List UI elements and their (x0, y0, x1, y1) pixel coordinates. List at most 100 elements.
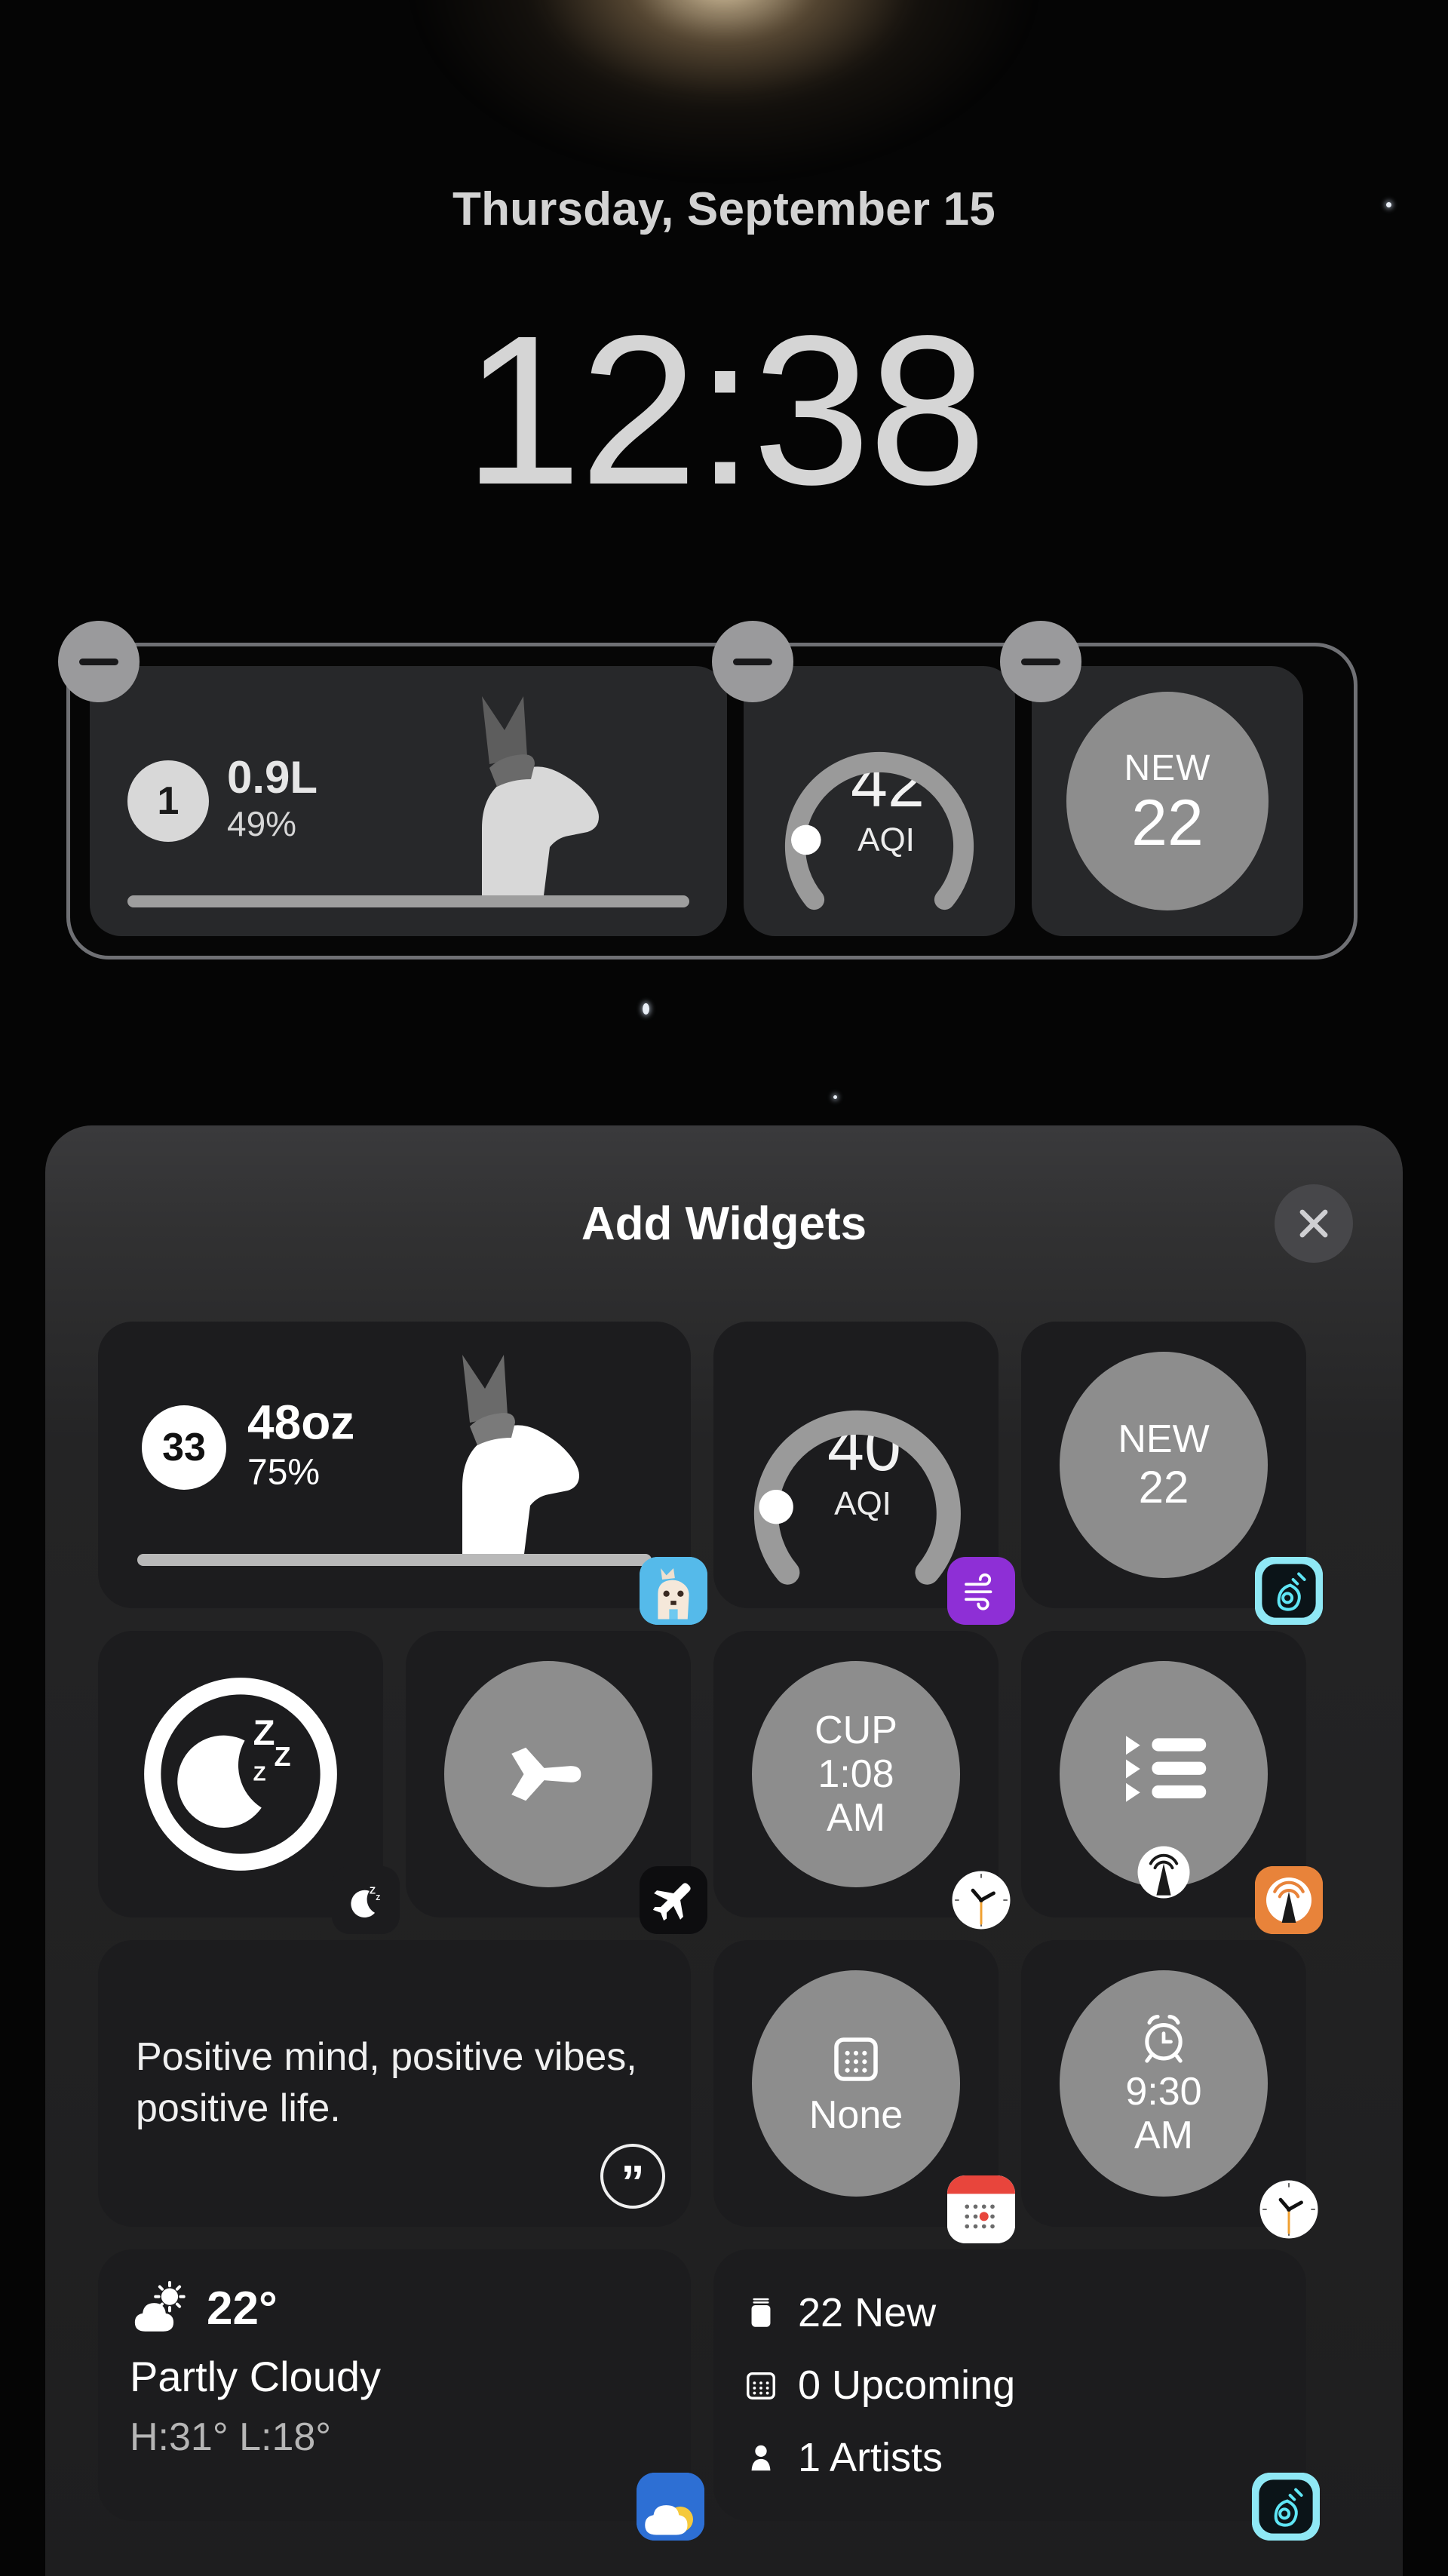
tray-widget-air-quality[interactable]: 42 AQI (744, 666, 1015, 936)
podcasts-glyph (1255, 1866, 1323, 1934)
tray-slot-music-new[interactable]: NEW 22 (1000, 621, 1303, 936)
close-button[interactable] (1275, 1184, 1353, 1263)
water-badge-count: 1 (127, 760, 209, 842)
svg-text:Z: Z (370, 1885, 376, 1896)
album-jar-icon (751, 2298, 771, 2327)
water-badge-count: 33 (142, 1405, 226, 1491)
world-clock-meridiem: AM (827, 1796, 885, 1841)
tray-slot-air-quality[interactable]: 42 AQI (712, 621, 1015, 936)
weather-high-low: H:31° L:18° (130, 2415, 332, 2459)
airplane-icon (640, 1866, 707, 1934)
widget-option-calendar-up-next[interactable]: None (713, 1940, 1015, 2243)
count-label: 1 Artists (798, 2435, 943, 2480)
add-widgets-sheet: Add Widgets 33 48oz 75% 40 AQI NEW 22 Z … (45, 1125, 1403, 2576)
widget-option-water-tracker[interactable]: 33 48oz 75% (98, 1322, 707, 1625)
widget-option-music-counts[interactable]: 22 New 0 Upcoming 1 Artists (713, 2249, 1320, 2541)
close-icon (1299, 1209, 1328, 1238)
music-new-count: 22 (1131, 786, 1204, 859)
alarm-clock-icon (1145, 2014, 1183, 2063)
widget-option-weather[interactable]: 22° Partly Cloudy H:31° L:18° (98, 2249, 704, 2541)
minus-icon (733, 658, 772, 665)
weather-app-glyph (637, 2473, 704, 2541)
widget-option-sleep-focus[interactable]: Z Z Z Z Z (98, 1631, 400, 1934)
count-label: 0 Upcoming (798, 2363, 1016, 2408)
weather-condition: Partly Cloudy (130, 2353, 382, 2400)
tray-widget-music-new[interactable]: NEW 22 (1032, 666, 1303, 936)
analog-clock-glyph (952, 1871, 1011, 1930)
widget-option-music-new[interactable]: NEW 22 (1021, 1322, 1323, 1625)
water-progress-bar (137, 1554, 652, 1566)
airplane-icon (511, 1747, 581, 1801)
sleep-glyph: Z Z (351, 1885, 380, 1918)
world-clock-time: 1:08 (818, 1752, 894, 1796)
tray-slot-water-tracker[interactable]: 1 0.9L 49% (58, 621, 727, 936)
widget-option-air-quality[interactable]: 40 AQI (713, 1322, 1015, 1625)
quote-mark-icon: ” (600, 2144, 665, 2209)
music-new-count: 22 (1138, 1461, 1189, 1512)
widget-row: Positive mind, positive vibes, positive … (98, 1940, 1350, 2243)
svg-text:Z: Z (253, 1761, 266, 1785)
partly-cloudy-icon (134, 2280, 186, 2332)
widget-picker-grid: 33 48oz 75% 40 AQI NEW 22 Z Z Z Z Z CUP … (45, 1322, 1403, 2541)
quote-text: Positive mind, positive vibes, positive … (136, 2035, 637, 2130)
svg-text:Z: Z (274, 1741, 290, 1772)
llama-app-glyph (640, 1557, 707, 1625)
widget-option-alarm[interactable]: 9:30 AM (1021, 1940, 1318, 2239)
sheet-title: Add Widgets (581, 1197, 867, 1250)
widget-option-podcasts-list[interactable] (1021, 1631, 1323, 1934)
lock-screen-editor: Thursday, September 15 12:38 1 0.9L 49% … (0, 0, 1448, 2576)
calendar-app-glyph (947, 2175, 1015, 2243)
airplane-circle (444, 1661, 652, 1887)
antenna-icon (1137, 1846, 1190, 1899)
calendar-app-icon (947, 2175, 1015, 2243)
guitar-glyph (1252, 2473, 1320, 2541)
tray-widget-water-tracker[interactable]: 1 0.9L 49% (90, 666, 727, 936)
count-label: 22 New (798, 2290, 937, 2335)
water-percent: 75% (247, 1452, 321, 1493)
widget-option-airplane-mode[interactable] (406, 1631, 707, 1934)
person-icon (751, 2445, 771, 2471)
remove-widget-button[interactable] (1000, 621, 1081, 702)
svg-text:Z: Z (253, 1713, 275, 1753)
svg-text:Z: Z (376, 1894, 380, 1902)
sleep-moon-zzz-icon: Z Z Z (144, 1678, 337, 1871)
widget-option-world-clock[interactable]: CUP 1:08 AM (713, 1631, 1011, 1930)
calendar-status: None (808, 2092, 903, 2137)
water-percent: 49% (227, 804, 297, 844)
guitar-icon (1252, 2473, 1320, 2541)
minus-icon (79, 658, 118, 665)
guitar-glyph (1255, 1557, 1323, 1625)
playlist-icon (1126, 1736, 1207, 1802)
guitar-icon (1255, 1557, 1323, 1625)
widget-tray[interactable]: 1 0.9L 49% 42 AQI NEW 22 (58, 621, 1358, 959)
aqi-gauge-icon (784, 751, 974, 910)
sheet-header: Add Widgets (45, 1125, 1403, 1322)
count-row: 22 New (744, 2289, 1276, 2336)
world-clock-circle: CUP 1:08 AM (752, 1661, 960, 1887)
weather-temperature: 22° (207, 2282, 278, 2335)
star-decoration (833, 1095, 837, 1099)
llama-app-icon (640, 1557, 707, 1625)
alarm-time: 9:30 (1125, 2069, 1202, 2114)
podcasts-icon (1255, 1866, 1323, 1934)
remove-widget-button[interactable] (712, 621, 793, 702)
water-amount: 0.9L (227, 752, 318, 803)
minus-icon (1021, 658, 1060, 665)
analog-clock-icon (947, 1866, 1015, 1934)
widget-row: 33 48oz 75% 40 AQI NEW 22 (98, 1322, 1350, 1625)
music-new-label: NEW (1118, 1417, 1210, 1462)
widget-row: 22° Partly Cloudy H:31° L:18° 22 New 0 U… (98, 2249, 1350, 2541)
music-new-circle: NEW 22 (1060, 1352, 1268, 1578)
alarm-circle: 9:30 AM (1060, 1970, 1268, 2197)
remove-widget-button[interactable] (58, 621, 140, 702)
calendar-icon (747, 2372, 775, 2399)
weather-app-icon (637, 2473, 704, 2541)
water-amount: 48oz (247, 1395, 355, 1450)
world-clock-city: CUP (814, 1708, 897, 1752)
analog-clock-glyph (1259, 2180, 1318, 2239)
widget-option-quote[interactable]: Positive mind, positive vibes, positive … (98, 1940, 691, 2227)
count-row: 0 Upcoming (744, 2362, 1276, 2409)
llama-silhouette-icon (482, 696, 599, 907)
widget-row: Z Z Z Z Z CUP 1:08 AM (98, 1631, 1350, 1934)
count-row: 1 Artists (744, 2434, 1276, 2481)
